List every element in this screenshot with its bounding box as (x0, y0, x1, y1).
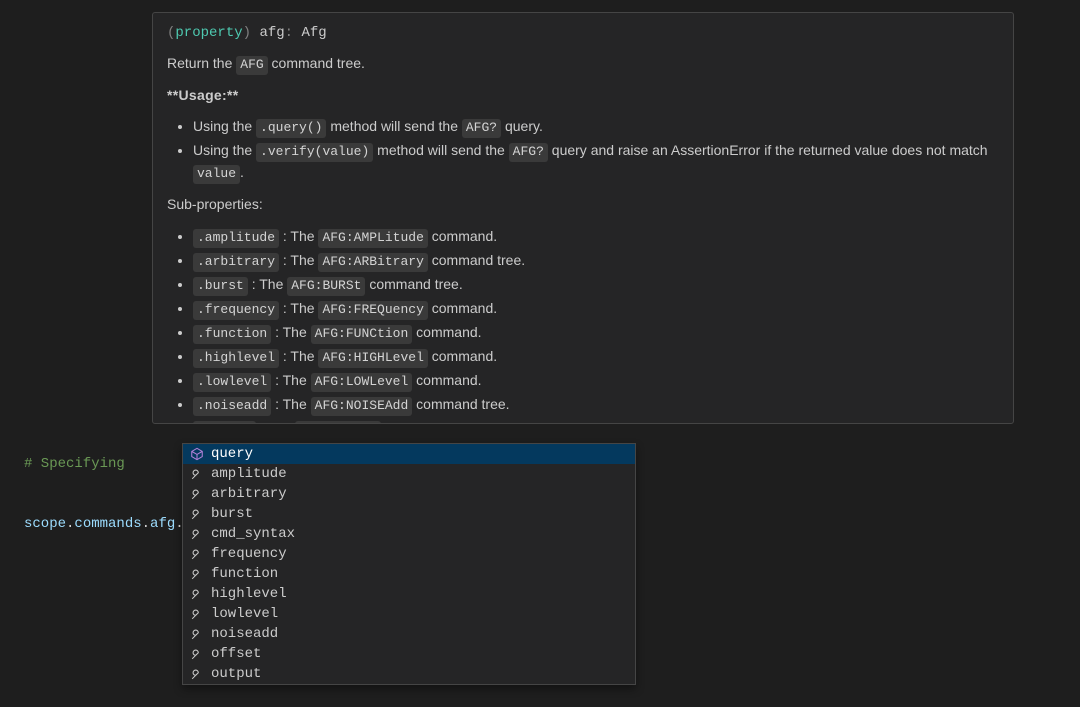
property-icon (189, 666, 205, 682)
hover-subprop-item: .highlevel : The AFG:HIGHLevel command. (193, 346, 999, 368)
property-icon (189, 646, 205, 662)
method-icon (189, 446, 205, 462)
hover-usage-label: **Usage:** (167, 87, 238, 103)
sig-keyword: property (175, 25, 242, 41)
hover-subprop-item: .burst : The AFG:BURSt command tree. (193, 274, 999, 296)
autocomplete-item-cmd_syntax[interactable]: cmd_syntax (183, 524, 635, 544)
code-tok: . (142, 516, 150, 532)
hover-return: Return the AFG command tree. (167, 53, 999, 75)
hover-usage-item: Using the .verify(value) method will sen… (193, 140, 999, 184)
autocomplete-item-output[interactable]: output (183, 664, 635, 684)
hover-return-pre: Return the (167, 55, 236, 71)
autocomplete-item-amplitude[interactable]: amplitude (183, 464, 635, 484)
code-line-2[interactable]: scope.commands.afg. (24, 514, 184, 534)
autocomplete-item-label: lowlevel (211, 604, 629, 624)
autocomplete-item-label: amplitude (211, 464, 629, 484)
property-icon (189, 526, 205, 542)
sig-name: afg (259, 25, 284, 41)
hover-signature: (property) afg: Afg (167, 23, 999, 45)
autocomplete-item-lowlevel[interactable]: lowlevel (183, 604, 635, 624)
sig-type: Afg (301, 25, 326, 41)
hover-subprop-item: .offset : The AFG:OFFSet command. (193, 418, 999, 424)
hover-subprop-item: .function : The AFG:FUNCtion command. (193, 322, 999, 344)
editor[interactable]: (property) afg: Afg Return the AFG comma… (0, 0, 1080, 707)
code-area[interactable]: # Specifying scope.commands.afg. (24, 414, 184, 574)
autocomplete-item-label: cmd_syntax (211, 524, 629, 544)
autocomplete-item-offset[interactable]: offset (183, 644, 635, 664)
hover-subprop-item: .lowlevel : The AFG:LOWLevel command. (193, 370, 999, 392)
hover-return-cmd: AFG (236, 56, 267, 75)
sig-paren-close: ) (243, 25, 260, 41)
code-line-1: # Specifying (24, 456, 125, 472)
autocomplete-item-frequency[interactable]: frequency (183, 544, 635, 564)
autocomplete-item-label: function (211, 564, 629, 584)
autocomplete-list[interactable]: queryamplitudearbitraryburstcmd_syntaxfr… (182, 443, 636, 685)
autocomplete-item-burst[interactable]: burst (183, 504, 635, 524)
hover-usage-item: Using the .query() method will send the … (193, 116, 999, 138)
autocomplete-item-label: output (211, 664, 629, 684)
hover-subprop-item: .frequency : The AFG:FREQuency command. (193, 298, 999, 320)
autocomplete-item-label: frequency (211, 544, 629, 564)
autocomplete-item-noiseadd[interactable]: noiseadd (183, 624, 635, 644)
autocomplete-item-label: burst (211, 504, 629, 524)
autocomplete-item-function[interactable]: function (183, 564, 635, 584)
property-icon (189, 506, 205, 522)
autocomplete-item-label: query (211, 444, 629, 464)
property-icon (189, 486, 205, 502)
autocomplete-item-query[interactable]: query (183, 444, 635, 464)
code-tok: scope (24, 516, 66, 532)
property-icon (189, 466, 205, 482)
autocomplete-item-label: offset (211, 644, 629, 664)
hover-usage-list: Using the .query() method will send the … (167, 116, 999, 184)
autocomplete-item-label: noiseadd (211, 624, 629, 644)
hover-subprops-label: Sub-properties: (167, 194, 999, 216)
property-icon (189, 546, 205, 562)
code-tok: commands (74, 516, 141, 532)
sig-colon: : (285, 25, 302, 41)
property-icon (189, 606, 205, 622)
hover-subprops-list: .amplitude : The AFG:AMPLitude command..… (167, 226, 999, 424)
hover-subprop-item: .amplitude : The AFG:AMPLitude command. (193, 226, 999, 248)
autocomplete-item-label: arbitrary (211, 484, 629, 504)
autocomplete-item-label: highlevel (211, 584, 629, 604)
property-icon (189, 626, 205, 642)
property-icon (189, 586, 205, 602)
hover-return-post: command tree. (268, 55, 365, 71)
property-icon (189, 566, 205, 582)
code-tok: afg (150, 516, 175, 532)
hover-subprop-item: .noiseadd : The AFG:NOISEAdd command tre… (193, 394, 999, 416)
hover-subprop-item: .arbitrary : The AFG:ARBitrary command t… (193, 250, 999, 272)
hover-doc: (property) afg: Afg Return the AFG comma… (152, 12, 1014, 424)
autocomplete-item-highlevel[interactable]: highlevel (183, 584, 635, 604)
autocomplete-item-arbitrary[interactable]: arbitrary (183, 484, 635, 504)
